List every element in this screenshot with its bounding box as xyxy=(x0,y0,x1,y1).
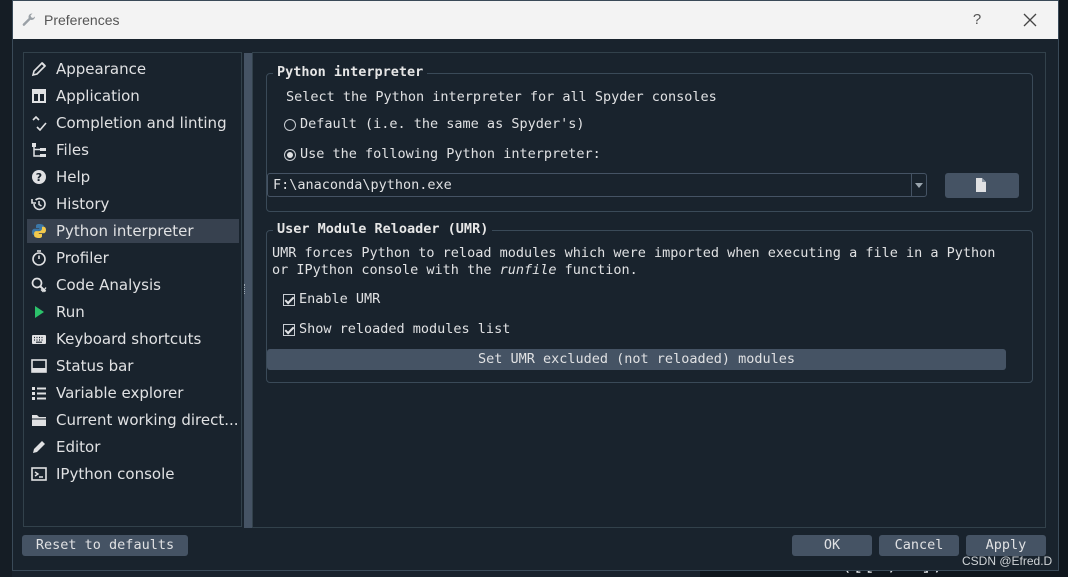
history-icon xyxy=(31,197,46,211)
ok-button[interactable]: OK xyxy=(792,535,872,556)
preferences-sidebar: Appearance Application Completion and lint… xyxy=(23,52,253,528)
sidebar-item-label: Status bar xyxy=(56,357,134,375)
umr-description-line1: UMR forces Python to reload modules whic… xyxy=(272,245,996,261)
sidebar-item-code-analysis[interactable]: Code Analysis xyxy=(27,273,239,297)
file-icon xyxy=(976,178,986,192)
sidebar-item-label: Files xyxy=(56,141,89,159)
variable-list-icon xyxy=(32,387,46,400)
checkbox-enable-umr[interactable] xyxy=(283,294,295,306)
sidebar-item-appearance[interactable]: Appearance xyxy=(27,57,239,81)
close-icon[interactable] xyxy=(1021,11,1039,29)
preferences-dialog: Preferences ? Appearance Application Compl… xyxy=(12,0,1059,571)
code-analysis-icon xyxy=(31,277,47,293)
sidebar-item-label: Appearance xyxy=(56,60,147,78)
svg-text:?: ? xyxy=(36,171,42,184)
chevron-down-icon[interactable] xyxy=(911,174,926,196)
sidebar-item-files[interactable]: Files xyxy=(27,138,239,162)
sidebar-item-label: Variable explorer xyxy=(56,384,184,402)
radio-default-interpreter[interactable] xyxy=(284,119,296,131)
sidebar-item-label: Code Analysis xyxy=(56,276,161,294)
window-layout-icon xyxy=(32,89,46,103)
sidebar-item-status-bar[interactable]: Status bar xyxy=(27,354,239,378)
sidebar-item-python-interpreter[interactable]: Python interpreter xyxy=(27,219,239,243)
sidebar-item-label: Editor xyxy=(56,438,101,456)
runfile-emphasis: runfile xyxy=(499,262,557,278)
reset-defaults-button[interactable]: Reset to defaults xyxy=(22,535,188,556)
sidebar-item-label: Keyboard shortcuts xyxy=(56,330,202,348)
title-bar: Preferences ? xyxy=(13,1,1058,39)
sidebar-item-completion-and-linting[interactable]: Completion and linting xyxy=(27,111,239,135)
sidebar-item-label: Application xyxy=(56,87,140,105)
sidebar-item-profiler[interactable]: Profiler xyxy=(27,246,239,270)
set-umr-excluded-button[interactable]: Set UMR excluded (not reloaded) modules xyxy=(267,349,1006,370)
status-bar-icon xyxy=(31,359,47,373)
window-title: Preferences xyxy=(44,12,120,28)
umr-description-line2: or IPython console with the runfile func… xyxy=(272,262,638,278)
sidebar-item-application[interactable]: Application xyxy=(27,84,239,108)
sidebar-item-history[interactable]: History xyxy=(27,192,239,216)
umr-description: UMR forces Python to reload modules whic… xyxy=(272,245,1012,279)
sidebar-item-run[interactable]: Run xyxy=(27,300,239,324)
cancel-button[interactable]: Cancel xyxy=(879,535,959,556)
brush-icon xyxy=(31,61,47,77)
settings-page: Python interpreter Select the Python int… xyxy=(252,52,1046,528)
completion-icon xyxy=(32,115,47,131)
group-title-umr: User Module Reloader (UMR) xyxy=(273,221,493,237)
radio-default-label[interactable]: Default (i.e. the same as Spyder's) xyxy=(300,116,584,132)
help-circle-icon: ? xyxy=(32,170,46,184)
sidebar-item-label: IPython console xyxy=(56,465,175,483)
help-button[interactable]: ? xyxy=(967,11,987,28)
sidebar-item-help[interactable]: ? Help xyxy=(27,165,239,189)
interpreter-description: Select the Python interpreter for all Sp… xyxy=(286,89,717,105)
files-tree-icon xyxy=(32,143,46,157)
background-left-strip xyxy=(0,0,12,577)
radio-custom-label[interactable]: Use the following Python interpreter: xyxy=(300,146,601,162)
apply-button[interactable]: Apply xyxy=(966,535,1046,556)
sidebar-item-label: Profiler xyxy=(56,249,109,267)
sidebar-item-editor[interactable]: Editor xyxy=(27,435,239,459)
sidebar-item-label: Help xyxy=(56,168,91,186)
watermark: CSDN @Efred.D xyxy=(962,554,1053,568)
splitter-handle[interactable] xyxy=(244,284,248,294)
sidebar-item-keyboard-shortcuts[interactable]: Keyboard shortcuts xyxy=(27,327,239,351)
wrench-icon xyxy=(22,13,35,26)
sidebar-item-label: Run xyxy=(56,303,85,321)
sidebar-item-ipython-console[interactable]: IPython console xyxy=(27,462,239,486)
sidebar-item-label: Python interpreter xyxy=(56,222,194,240)
stopwatch-icon xyxy=(32,250,46,266)
python-logo-icon xyxy=(32,224,46,238)
checkbox-show-reloaded[interactable] xyxy=(283,324,295,336)
checkbox-show-reloaded-label[interactable]: Show reloaded modules list xyxy=(299,321,510,337)
folder-icon xyxy=(32,415,46,426)
interpreter-path-value[interactable]: F:\anaconda\python.exe xyxy=(273,177,452,193)
run-icon xyxy=(35,306,44,318)
pencil-icon xyxy=(33,441,45,453)
checkbox-enable-umr-label[interactable]: Enable UMR xyxy=(299,291,380,307)
radio-custom-interpreter[interactable] xyxy=(284,149,296,161)
browse-file-button[interactable] xyxy=(945,173,1019,198)
sidebar-item-current-working-direct[interactable]: Current working direct... xyxy=(27,408,239,432)
sidebar-item-label: Completion and linting xyxy=(56,114,227,132)
sidebar-item-variable-explorer[interactable]: Variable explorer xyxy=(27,381,239,405)
interpreter-path-combobox[interactable]: F:\anaconda\python.exe xyxy=(267,173,927,197)
group-title-python-interpreter: Python interpreter xyxy=(273,64,428,80)
sidebar-item-label: History xyxy=(56,195,110,213)
console-icon xyxy=(31,467,47,481)
keyboard-icon xyxy=(32,335,46,344)
sidebar-item-label: Current working direct... xyxy=(56,411,239,429)
